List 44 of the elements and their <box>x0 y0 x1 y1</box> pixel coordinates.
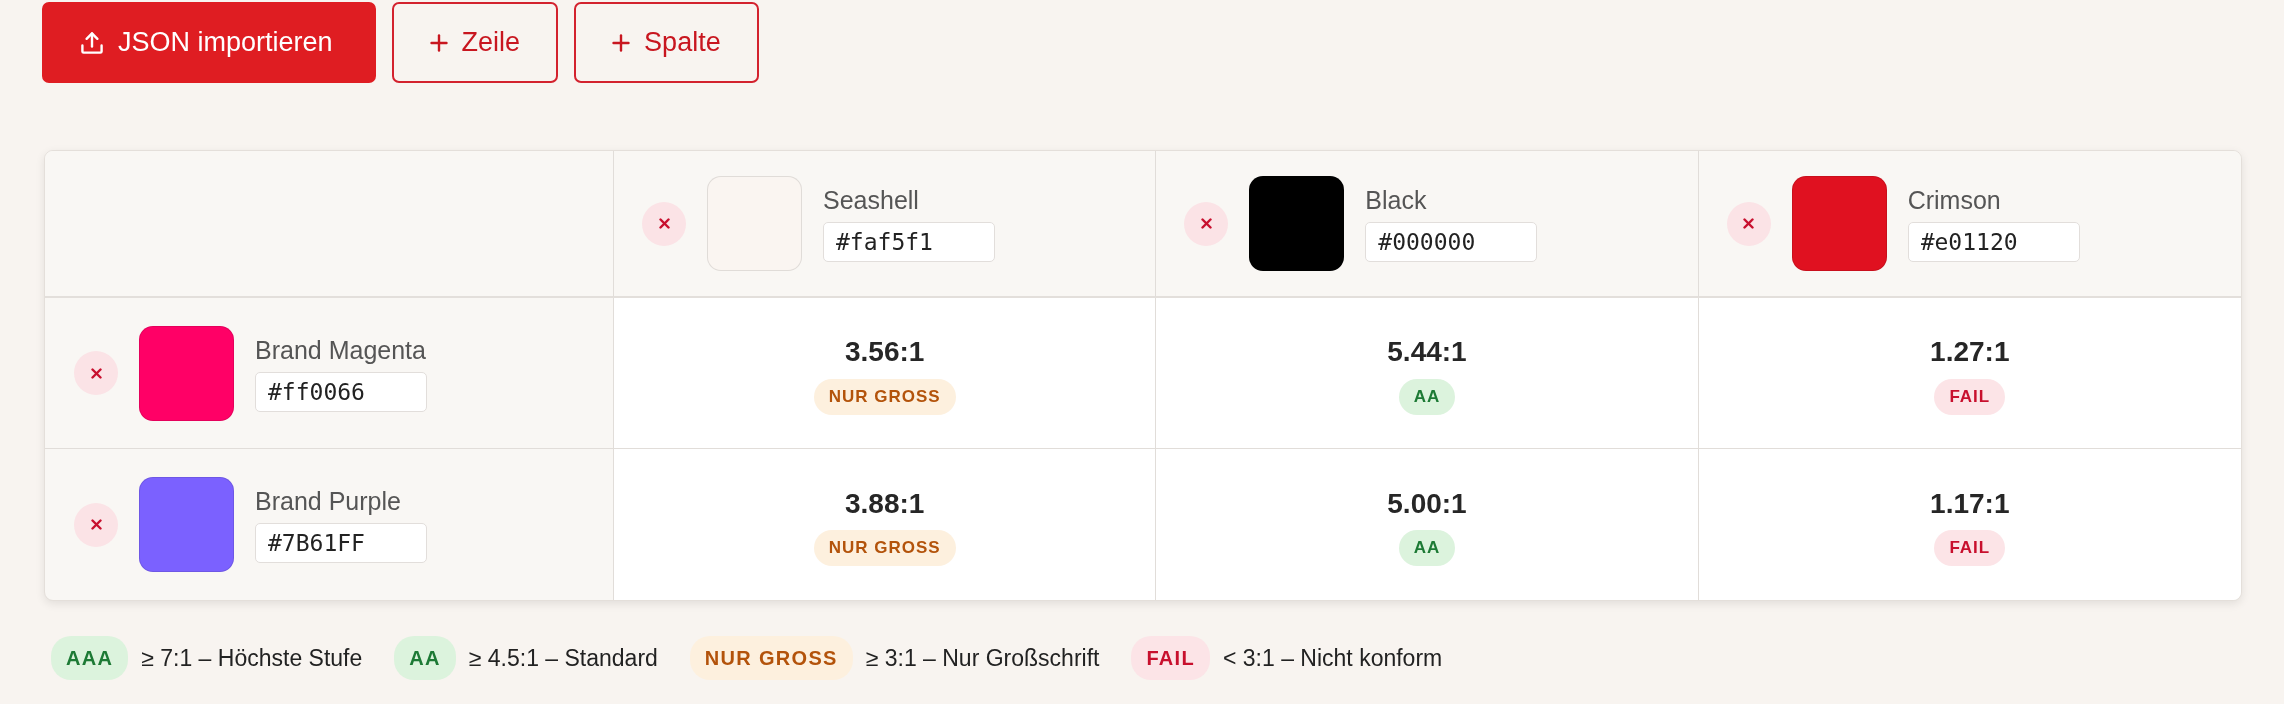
hex-field[interactable]: #000000 <box>1365 222 1538 262</box>
hex-field[interactable]: #7B61FF <box>255 523 427 563</box>
contrast-ratio: 5.00:1 <box>1387 486 1467 521</box>
remove-row-button[interactable] <box>74 351 118 395</box>
contrast-ratio: 3.88:1 <box>844 486 925 521</box>
rating-badge: FAIL <box>1934 378 2006 415</box>
plus-icon <box>612 33 631 52</box>
hex-field[interactable]: #e01120 <box>1907 222 2080 262</box>
rating-badge: AA <box>394 636 456 680</box>
rating-badge: NUR GROSS <box>813 378 956 415</box>
color-name: Black <box>1365 185 1428 215</box>
hex-field[interactable]: #faf5f1 <box>823 222 995 262</box>
remove-column-button[interactable] <box>642 201 686 246</box>
close-icon <box>90 519 102 530</box>
contrast-ratio: 1.27:1 <box>1930 335 2010 369</box>
color-name: Brand Purple <box>255 486 402 516</box>
contrast-ratio: 5.44:1 <box>1387 335 1467 369</box>
rating-badge: AAA <box>51 636 129 680</box>
contrast-ratio: 3.56:1 <box>844 335 925 369</box>
hex-field[interactable]: #ff0066 <box>255 371 427 412</box>
import-button[interactable]: JSON importieren <box>42 2 376 83</box>
upload-icon <box>80 30 104 55</box>
close-icon <box>90 367 102 379</box>
color-name: Brand Magenta <box>255 334 427 365</box>
close-icon <box>1200 218 1212 229</box>
contrast-ratio: 1.17:1 <box>1930 486 2010 521</box>
color-name: Seashell <box>823 185 920 215</box>
rating-badge: NUR GROSS <box>813 530 956 567</box>
remove-row-button[interactable] <box>74 502 118 547</box>
legend-text: ≥ 7:1 – Höchste Stufe <box>141 643 363 673</box>
rating-badge: FAIL <box>1131 636 1210 680</box>
close-icon <box>1743 218 1755 229</box>
color-name: Crimson <box>1907 185 2002 215</box>
close-icon <box>658 218 670 229</box>
legend-text: ≥ 3:1 – Nur Großschrift <box>865 643 1100 673</box>
plus-icon <box>429 33 448 52</box>
rating-badge: FAIL <box>1934 530 2006 567</box>
rating-badge: AA <box>1398 378 1456 415</box>
legend-text: < 3:1 – Nicht konform <box>1222 643 1443 673</box>
rating-badge: NUR GROSS <box>689 636 853 680</box>
add-button[interactable]: Spalte <box>574 2 759 83</box>
add-button[interactable]: Zeile <box>391 2 559 83</box>
rating-badge: AA <box>1398 530 1456 567</box>
legend-text: ≥ 4.5:1 – Standard <box>468 643 658 673</box>
